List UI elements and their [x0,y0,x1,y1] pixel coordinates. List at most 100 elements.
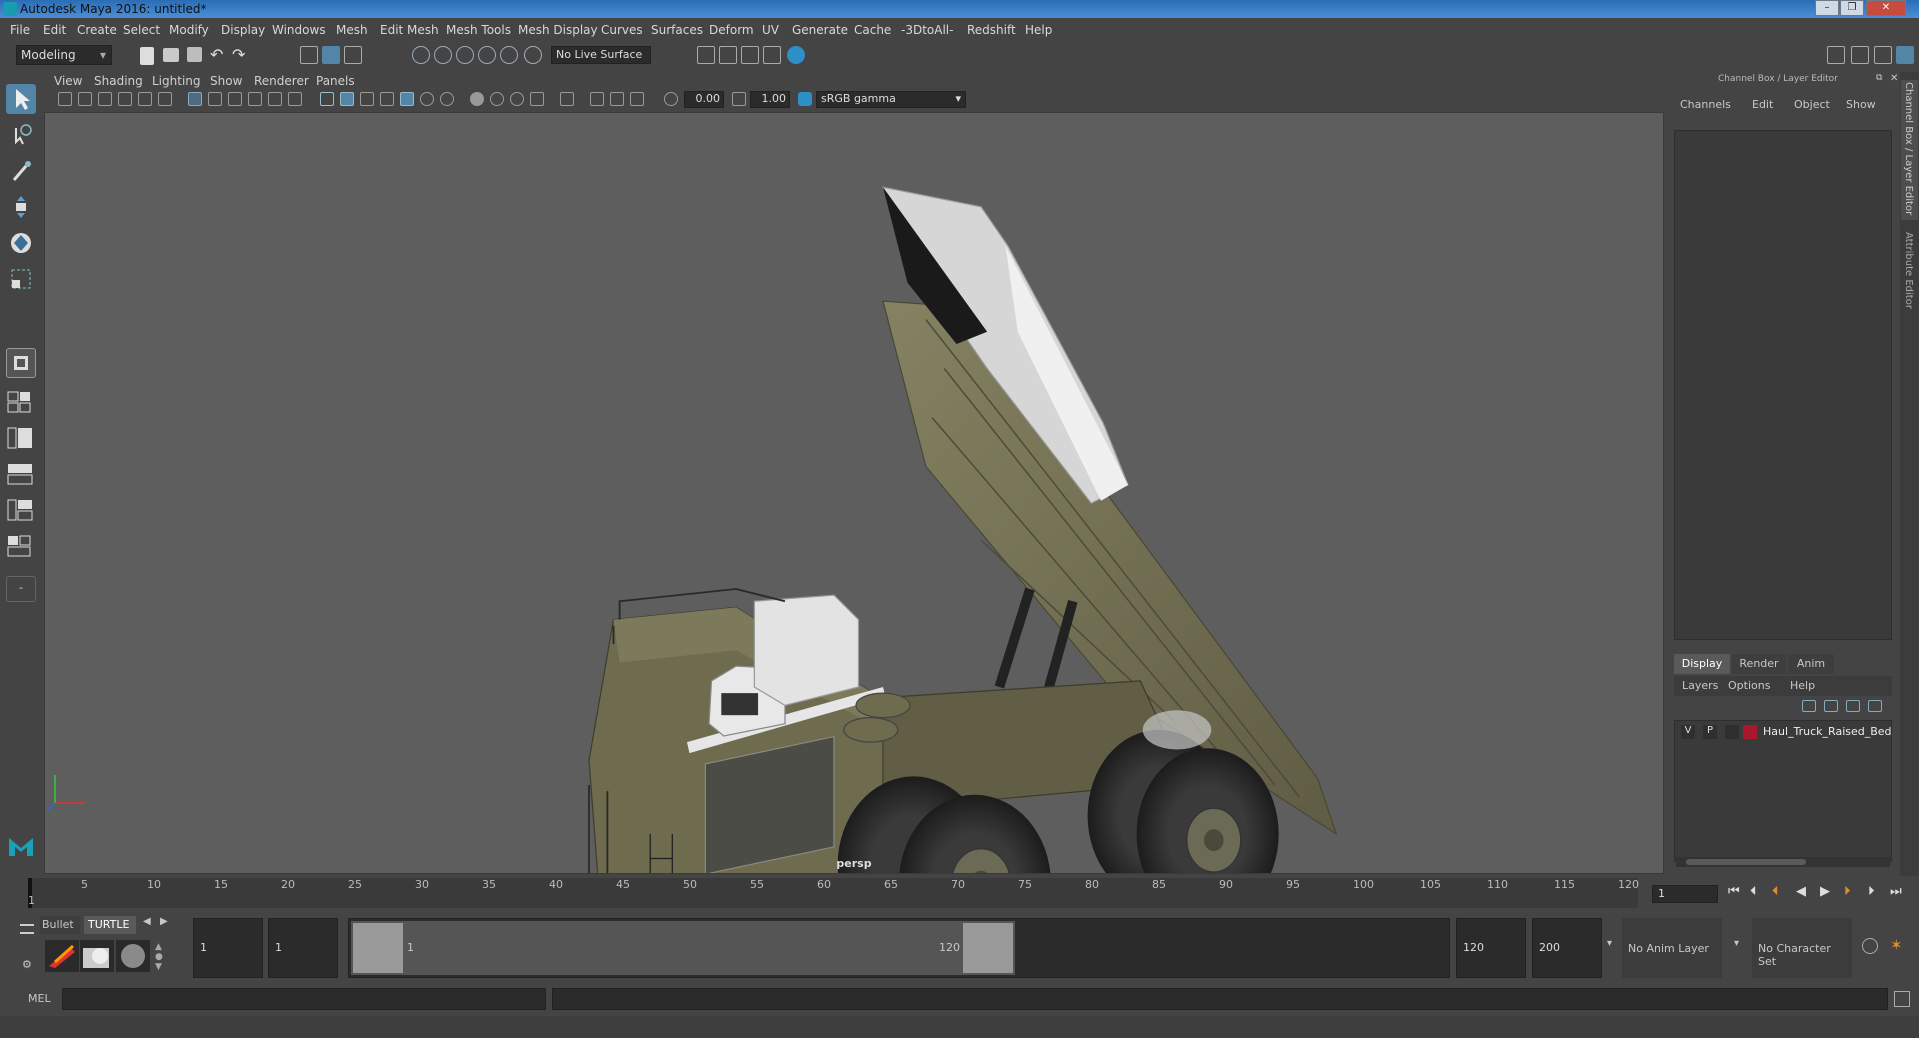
depth-of-field-icon[interactable] [530,92,544,106]
shelf-scroll-arrows[interactable]: ▲ ● ▼ [155,942,167,972]
exposure-field[interactable]: 0.00 [684,91,724,108]
use-all-lights-icon[interactable] [420,92,434,106]
animation-start-field[interactable]: 1 [193,918,263,978]
bookmark-icon[interactable] [98,92,112,106]
viewport-menu-renderer[interactable]: Renderer [254,74,309,88]
channel-box-side-tab[interactable]: Channel Box / Layer Editor [1901,80,1918,220]
menuset-dropdown[interactable]: Modeling ▾ [16,45,112,65]
paint-select-tool-icon[interactable] [6,156,36,186]
menu-modify[interactable]: Modify [169,23,209,37]
smooth-shade-icon[interactable] [340,92,354,106]
viewport-menu-view[interactable]: View [54,74,82,88]
exposure-icon[interactable] [664,92,678,106]
toggle-channel-box-icon[interactable] [1896,46,1914,64]
channels-menu[interactable]: Channels [1680,98,1731,111]
range-slider-bar[interactable] [351,921,1015,975]
perspective-viewport[interactable]: persp [44,112,1664,972]
go-to-start-icon[interactable]: ⏮ [1728,884,1740,899]
shelf-tab-bullet[interactable]: Bullet [40,916,80,934]
make-live-icon[interactable] [524,46,542,64]
select-tool-icon[interactable] [6,84,36,114]
screen-space-ao-icon[interactable] [470,92,484,106]
layer-row[interactable]: V P Haul_Truck_Raised_Bed [1677,723,1892,741]
layers-menu[interactable]: Layers [1682,679,1718,692]
channels-edit-menu[interactable]: Edit [1752,98,1773,111]
toggle-modeling-toolkit-icon[interactable] [1827,46,1845,64]
channels-show-menu[interactable]: Show [1846,98,1876,111]
layer-help-menu[interactable]: Help [1790,679,1815,692]
menu-surfaces[interactable]: Surfaces [651,23,703,37]
resolution-gate-icon[interactable] [228,92,242,106]
new-scene-icon[interactable] [140,47,154,65]
chevron-down-icon[interactable]: ▾ [1607,938,1612,949]
menu-edit[interactable]: Edit [43,23,66,37]
four-view-layout-icon[interactable] [6,390,36,414]
grid-icon[interactable] [188,92,202,106]
render-frame-icon[interactable] [697,46,715,64]
undo-icon[interactable]: ↶ [210,47,228,65]
gamma-icon[interactable] [732,92,746,106]
uv-editor-layout-icon[interactable] [6,534,36,558]
menu-mesh-tools[interactable]: Mesh Tools [446,23,511,37]
lasso-tool-icon[interactable] [6,120,36,150]
layer-playback-toggle[interactable]: P [1703,725,1717,739]
layer-tab-display[interactable]: Display [1674,654,1730,674]
menu-3dtoall[interactable]: -3DtoAll- [901,23,953,37]
persp-graph-layout-icon[interactable] [6,462,36,486]
menu-curves[interactable]: Curves [601,23,643,37]
snap-view-plane-icon[interactable] [500,46,518,64]
snap-point-icon[interactable] [456,46,474,64]
menu-redshift[interactable]: Redshift [967,23,1016,37]
hypershade-icon[interactable] [763,46,781,64]
render-view-icon[interactable] [787,46,805,64]
channels-object-menu[interactable]: Object [1794,98,1830,111]
menu-mesh[interactable]: Mesh [336,23,368,37]
float-panel-icon[interactable]: ⧉ [1876,73,1882,83]
anim-layer-dropdown[interactable]: No Anim Layer [1622,918,1722,978]
shelf-scroll-right-icon[interactable]: ▶ [160,916,168,927]
camera-icon[interactable] [58,92,72,106]
minimize-button[interactable]: – [1815,0,1839,16]
range-start-handle[interactable] [353,923,403,973]
playback-end-field[interactable]: 120 [1456,918,1526,978]
time-ruler[interactable]: 1 5 10 15 20 25 30 35 40 45 50 55 60 65 … [28,878,1639,908]
motion-blur-icon[interactable] [490,92,504,106]
menu-mesh-display[interactable]: Mesh Display [518,23,598,37]
gamma-field[interactable]: 1.00 [750,91,790,108]
toggle-attribute-editor-icon[interactable] [1851,46,1869,64]
snap-projected-icon[interactable] [478,46,496,64]
menu-windows[interactable]: Windows [272,23,326,37]
layer-color-swatch[interactable] [1743,725,1757,739]
xray-components-icon[interactable] [630,92,644,106]
menu-display[interactable]: Display [221,23,265,37]
close-panel-icon[interactable]: ✕ [1890,73,1898,84]
range-end-handle[interactable] [963,923,1013,973]
layer-tab-render[interactable]: Render [1732,654,1786,674]
field-chart-icon[interactable] [268,92,282,106]
play-backward-icon[interactable]: ◀ [1796,884,1806,899]
haul-truck-model[interactable] [588,186,1338,972]
color-management-icon[interactable] [798,92,812,106]
turtle-shader-icon[interactable] [116,940,150,972]
step-back-frame-icon[interactable]: ⏴ [1750,884,1757,899]
ipr-render-icon[interactable] [719,46,737,64]
menu-create[interactable]: Create [77,23,117,37]
step-forward-key-icon[interactable]: ⏵ [1844,884,1851,899]
shelf-tab-turtle[interactable]: TURTLE [84,916,136,934]
attribute-editor-side-tab[interactable]: Attribute Editor [1901,230,1918,330]
save-scene-icon[interactable] [187,47,202,62]
select-object-icon[interactable] [322,46,340,64]
open-scene-icon[interactable] [163,48,179,62]
snap-curve-icon[interactable] [434,46,452,64]
layer-display-type[interactable] [1725,725,1739,739]
camera-attributes-icon[interactable] [78,92,92,106]
view-transform-dropdown[interactable]: sRGB gamma ▾ [816,91,966,108]
menu-help[interactable]: Help [1025,23,1052,37]
safe-action-icon[interactable] [288,92,302,106]
time-slider[interactable]: 1 5 10 15 20 25 30 35 40 45 50 55 60 65 … [0,876,1919,910]
maximize-button[interactable]: ❐ [1840,0,1864,16]
xray-joints-icon[interactable] [610,92,624,106]
close-button[interactable]: ✕ [1866,0,1906,16]
viewport-menu-lighting[interactable]: Lighting [152,74,201,88]
step-forward-frame-icon[interactable]: ⏵ [1868,884,1875,899]
